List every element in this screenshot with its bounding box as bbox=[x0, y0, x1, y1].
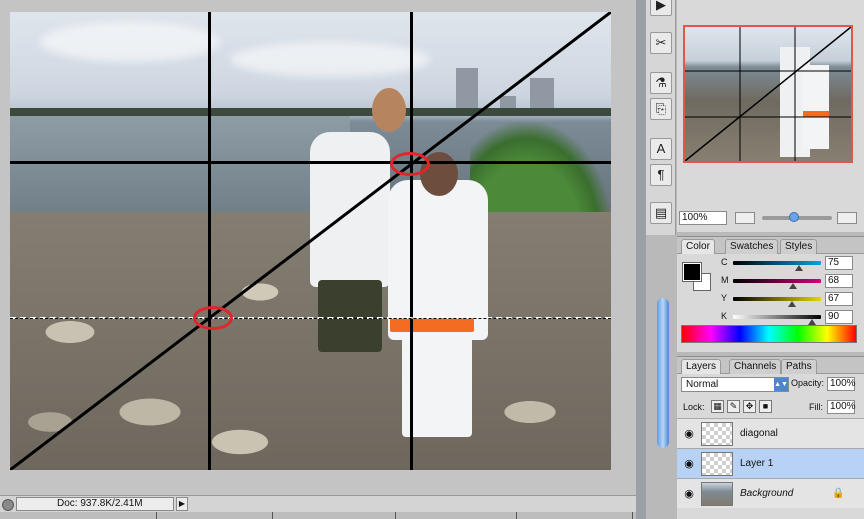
channel-value-m[interactable]: 68 bbox=[825, 274, 853, 288]
lock-all-icon[interactable]: ■ bbox=[759, 400, 772, 413]
lock-label: Lock: bbox=[683, 402, 705, 412]
lock-transparency-icon[interactable]: ▦ bbox=[711, 400, 724, 413]
opacity-label: Opacity: bbox=[791, 378, 825, 388]
eye-icon[interactable]: ◉ bbox=[683, 458, 695, 470]
eye-icon[interactable]: ◉ bbox=[683, 428, 695, 440]
chevron-down-icon: ▲▼ bbox=[774, 378, 788, 391]
foreground-color-swatch[interactable] bbox=[682, 262, 702, 282]
fill-label: Fill: bbox=[809, 402, 823, 412]
tab-paths[interactable]: Paths bbox=[781, 359, 817, 374]
layer-thumbnail bbox=[701, 422, 733, 446]
paragraph-icon[interactable]: ¶ bbox=[650, 164, 672, 186]
channel-slider-y[interactable] bbox=[733, 297, 821, 301]
blend-mode-value: Normal bbox=[686, 379, 719, 390]
channel-label-k: K bbox=[721, 311, 728, 321]
document-canvas-area bbox=[0, 0, 640, 495]
channel-value-k[interactable]: 90 bbox=[825, 310, 853, 324]
intersection-marker bbox=[193, 306, 233, 330]
lock-icon: 🔒 bbox=[832, 488, 845, 499]
intersection-marker bbox=[390, 152, 430, 176]
navigator-zoom-field[interactable]: 100% bbox=[679, 211, 727, 225]
blend-mode-select[interactable]: Normal ▲▼ bbox=[681, 377, 789, 392]
color-spectrum-bar[interactable] bbox=[681, 325, 857, 343]
navigator-thumbnail[interactable] bbox=[683, 25, 853, 163]
layer-thumbnail bbox=[701, 482, 733, 506]
lock-move-icon[interactable]: ✥ bbox=[743, 400, 756, 413]
eye-icon[interactable]: ◉ bbox=[683, 488, 695, 500]
lock-paint-icon[interactable]: ✎ bbox=[727, 400, 740, 413]
channel-value-c[interactable]: 75 bbox=[825, 256, 853, 270]
layer-row[interactable]: ◉ Layer 1 bbox=[677, 448, 864, 478]
horizontal-scrollbar[interactable] bbox=[0, 512, 640, 519]
layer-comps-icon[interactable]: ▤ bbox=[650, 202, 672, 224]
channel-slider-thumb[interactable] bbox=[788, 283, 797, 289]
document-canvas[interactable] bbox=[10, 12, 611, 470]
layer-name: diagonal bbox=[740, 428, 778, 439]
zoom-in-icon[interactable] bbox=[837, 212, 857, 224]
photoshop-window: Doc: 937.8K/2.41M ▶ ▶ ✂ ⚗ ⎘ A ¶ ▤ 100% C… bbox=[0, 0, 864, 519]
status-menu-button[interactable]: ▶ bbox=[176, 497, 188, 511]
channel-slider-m[interactable] bbox=[733, 279, 821, 283]
opacity-field[interactable]: 100% bbox=[827, 377, 856, 391]
magic-wand-icon[interactable]: ✂ bbox=[650, 32, 672, 54]
panel-dock-icons: ▶ ✂ ⚗ ⎘ A ¶ ▤ bbox=[646, 0, 676, 235]
document-size: Doc: 937.8K/2.41M bbox=[16, 497, 174, 511]
diagonal-line bbox=[10, 12, 611, 470]
tab-color[interactable]: Color bbox=[681, 239, 715, 254]
zoom-out-icon[interactable] bbox=[735, 212, 755, 224]
play-icon[interactable]: ▶ bbox=[650, 0, 672, 16]
tab-channels[interactable]: Channels bbox=[729, 359, 782, 374]
channel-value-y[interactable]: 67 bbox=[825, 292, 853, 306]
channel-label-m: M bbox=[721, 275, 729, 285]
channel-slider-thumb[interactable] bbox=[795, 265, 803, 271]
channel-label-y: Y bbox=[721, 293, 728, 303]
layer-thumbnail bbox=[701, 452, 733, 476]
layers-panel-tabs: Layers Channels Paths bbox=[677, 357, 864, 374]
tab-swatches[interactable]: Swatches bbox=[725, 239, 779, 254]
layers-panel: Layers Channels Paths Normal ▲▼ Opacity:… bbox=[677, 356, 864, 519]
layer-name: Background bbox=[740, 488, 794, 499]
tab-layers[interactable]: Layers bbox=[681, 359, 722, 374]
character-icon[interactable]: A bbox=[650, 138, 672, 160]
fill-field[interactable]: 100% bbox=[827, 400, 856, 414]
tab-styles[interactable]: Styles bbox=[780, 239, 818, 254]
panel-scrollbar[interactable] bbox=[657, 298, 669, 448]
color-panel-tabs: Color Swatches Styles bbox=[677, 237, 864, 254]
status-icon[interactable] bbox=[2, 499, 14, 511]
panel-divider bbox=[636, 0, 646, 519]
channel-label-c: C bbox=[721, 257, 728, 267]
brush-icon[interactable]: ⚗ bbox=[650, 72, 672, 94]
status-bar: Doc: 937.8K/2.41M ▶ bbox=[0, 495, 640, 519]
layer-row[interactable]: ◉ Background 🔒 bbox=[677, 478, 864, 508]
zoom-slider-thumb[interactable] bbox=[789, 212, 799, 222]
layer-row[interactable]: ◉ diagonal bbox=[677, 418, 864, 448]
channel-slider-c[interactable] bbox=[733, 261, 821, 265]
layer-name: Layer 1 bbox=[740, 458, 774, 469]
channel-slider-thumb[interactable] bbox=[787, 301, 796, 307]
stamp-icon[interactable]: ⎘ bbox=[650, 98, 672, 120]
color-panel: Color Swatches Styles C 75 M 68 Y 67 K 90 bbox=[677, 236, 864, 352]
navigator-panel: 100% bbox=[677, 0, 864, 232]
